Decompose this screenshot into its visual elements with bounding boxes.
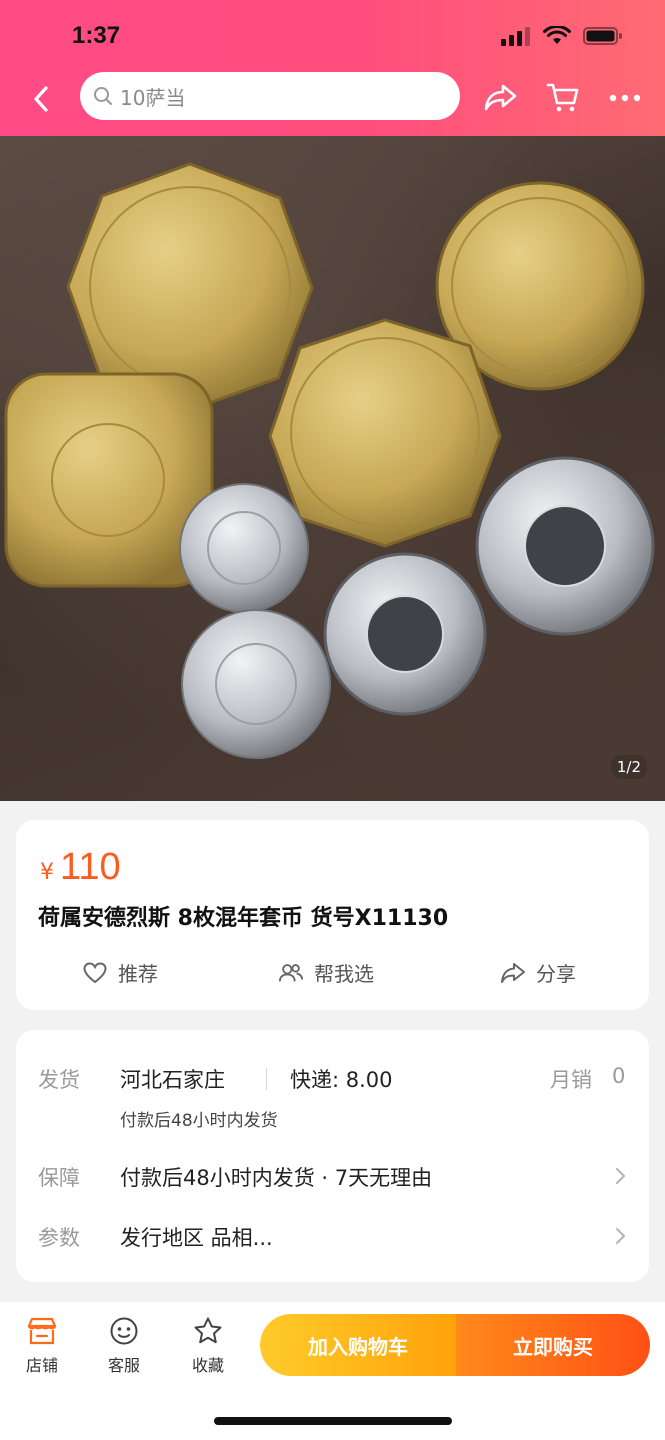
home-indicator[interactable]: [214, 1417, 452, 1425]
help-me-choose-label: 帮我选: [314, 962, 374, 986]
image-counter: 1/2: [610, 755, 647, 779]
star-icon: [191, 1314, 225, 1348]
service-icon: [107, 1314, 141, 1348]
chevron-right-icon: [616, 1168, 625, 1184]
share-button[interactable]: [483, 80, 519, 116]
nav-row: 10萨当: [0, 70, 665, 128]
share-action-button[interactable]: 分享: [500, 958, 576, 987]
currency-symbol: ¥: [40, 860, 54, 885]
share-icon: [484, 84, 517, 111]
back-button[interactable]: [26, 82, 56, 116]
shipping-label: 发货: [38, 1068, 80, 1092]
buy-now-button[interactable]: 立即购买: [456, 1314, 650, 1376]
guarantee-label: 保障: [38, 1166, 80, 1190]
price: ¥ 110: [40, 846, 121, 889]
shop-icon: [25, 1314, 59, 1348]
cart-icon: [546, 83, 579, 112]
status-bar: 1:37: [0, 0, 665, 70]
coin-5-cent: [181, 609, 331, 759]
share-label: 分享: [536, 962, 576, 986]
details-card: 发货 河北石家庄 快递: 8.00 月销 0 付款后48小时内发货 保障 付款后…: [16, 1030, 649, 1282]
monthly-sales-label: 月销: [550, 1068, 592, 1092]
tab-service-label: 客服: [107, 1356, 140, 1375]
search-icon: [92, 85, 114, 107]
product-image[interactable]: 1/2: [0, 136, 665, 801]
wifi-icon: [543, 26, 571, 44]
shipping-location: 河北石家庄: [120, 1068, 225, 1092]
cart-button[interactable]: [545, 80, 581, 116]
tab-shop-label: 店铺: [25, 1356, 58, 1375]
chevron-right-icon: [616, 1228, 625, 1244]
recommend-button[interactable]: 推荐: [82, 958, 158, 987]
heart-icon: [82, 960, 108, 986]
coin-1-cent: [179, 483, 309, 613]
back-icon: [34, 86, 48, 112]
guarantee-value: 付款后48小时内发货 · 7天无理由: [120, 1166, 433, 1190]
coins-photo: [4, 162, 655, 759]
shipping-note: 付款后48小时内发货: [120, 1111, 278, 1131]
params-label: 参数: [38, 1226, 80, 1250]
monthly-sales-value: 0: [612, 1064, 626, 1088]
header: 1:37 10萨当: [0, 0, 665, 136]
express-fee: 快递: 8.00: [290, 1068, 393, 1092]
nav-actions: [483, 80, 643, 116]
tab-shop[interactable]: 店铺: [12, 1314, 72, 1376]
search-input[interactable]: 10萨当: [80, 72, 460, 120]
params-value: 发行地区 品相...: [120, 1226, 273, 1250]
status-icons: [501, 26, 623, 46]
tab-service[interactable]: 客服: [94, 1314, 154, 1376]
more-icon: [609, 94, 641, 102]
price-card: ¥ 110 荷属安德烈斯 8枚混年套币 货号X11130 推荐 帮我选 分享: [16, 820, 649, 1010]
purchase-buttons: 加入购物车 立即购买: [260, 1314, 650, 1376]
product-actions: 推荐 帮我选 分享: [16, 954, 649, 994]
share-icon: [500, 960, 526, 986]
price-value: 110: [60, 846, 121, 888]
battery-icon: [583, 27, 622, 45]
tab-favorite-label: 收藏: [191, 1356, 224, 1375]
coin-5-gulden: [268, 318, 502, 548]
search-query: 10萨当: [120, 85, 186, 110]
status-time: 1:37: [72, 22, 121, 49]
product-title: 荷属安德烈斯 8枚混年套币 货号X11130: [38, 906, 449, 931]
help-me-choose-button[interactable]: 帮我选: [278, 958, 374, 987]
tab-favorite[interactable]: 收藏: [178, 1314, 238, 1376]
recommend-label: 推荐: [118, 962, 158, 986]
signal-icon: [501, 27, 530, 46]
more-button[interactable]: [607, 80, 643, 116]
people-icon: [278, 960, 304, 986]
divider: [266, 1068, 267, 1090]
add-to-cart-button[interactable]: 加入购物车: [260, 1314, 456, 1376]
